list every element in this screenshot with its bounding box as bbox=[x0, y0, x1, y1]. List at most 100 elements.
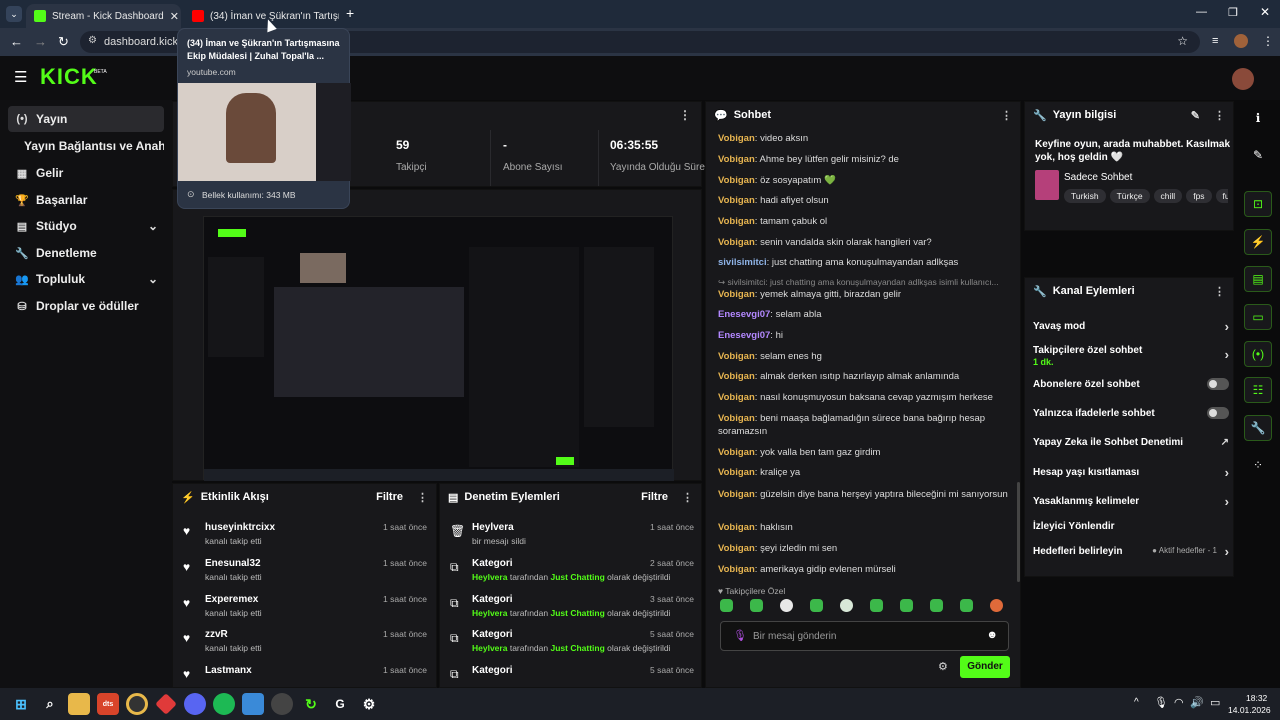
emote-icon[interactable] bbox=[840, 599, 853, 612]
emote-icon[interactable] bbox=[720, 599, 733, 612]
sidebar-item-gelir[interactable]: ▦ Gelir bbox=[8, 160, 164, 186]
emote-icon[interactable] bbox=[750, 599, 763, 612]
back-icon[interactable]: ← bbox=[10, 34, 23, 49]
action-followers-only[interactable]: Takipçilere özel sohbet 1 dk. › bbox=[1033, 345, 1229, 367]
chat-username[interactable]: Vobigan bbox=[718, 447, 755, 458]
moderation-action[interactable]: Kategori bbox=[472, 558, 513, 569]
emote-icon[interactable] bbox=[960, 599, 973, 612]
site-info-icon[interactable]: ⚙ bbox=[88, 35, 97, 46]
moderator-name[interactable]: Heylvera bbox=[472, 572, 507, 582]
emote-icon[interactable] bbox=[990, 599, 1003, 612]
photos-icon[interactable] bbox=[242, 693, 264, 715]
chat-username[interactable]: Vobigan bbox=[718, 175, 755, 186]
send-button[interactable]: Gönder bbox=[960, 656, 1010, 678]
channel-actions-menu-icon[interactable]: ⋮ bbox=[1214, 285, 1225, 298]
category-name[interactable]: Sadece Sohbet bbox=[1064, 172, 1132, 183]
category-thumbnail[interactable] bbox=[1035, 170, 1059, 200]
profile-avatar[interactable] bbox=[1234, 34, 1248, 48]
layout-icon[interactable]: ☷ bbox=[1244, 377, 1272, 403]
minimize-icon[interactable]: — bbox=[1196, 6, 1207, 18]
broadcast-icon[interactable]: (•) bbox=[1244, 341, 1272, 367]
moderator-name[interactable]: Heylvera bbox=[472, 643, 507, 653]
chat-username[interactable]: Vobigan bbox=[718, 195, 755, 206]
user-avatar[interactable] bbox=[1232, 68, 1254, 90]
new-tab-icon[interactable]: + bbox=[346, 5, 354, 21]
sidebar-item-topluluk[interactable]: 👥 Topluluk ⌄ bbox=[8, 266, 164, 292]
tab-list-chevron-icon[interactable]: ⌄ bbox=[6, 6, 22, 22]
activity-user[interactable]: zzvR bbox=[205, 629, 228, 640]
chat-scrollbar[interactable] bbox=[1017, 482, 1020, 582]
tag[interactable]: Türkçe bbox=[1109, 189, 1150, 203]
spotify-icon[interactable] bbox=[213, 693, 235, 715]
capture-icon[interactable]: ⊡ bbox=[1244, 191, 1272, 217]
tray-chevron-icon[interactable]: ^ bbox=[1134, 697, 1139, 708]
emote-icon[interactable] bbox=[900, 599, 913, 612]
taskbar-clock[interactable]: 18:32 bbox=[1246, 693, 1267, 703]
taskbar-date[interactable]: 14.01.2026 bbox=[1228, 705, 1271, 715]
tag[interactable]: Turkish bbox=[1064, 189, 1106, 203]
chat-username[interactable]: Vobigan bbox=[718, 371, 755, 382]
close-tab-icon[interactable]: ✕ bbox=[164, 10, 179, 23]
tag[interactable]: fu bbox=[1215, 189, 1228, 203]
mic-tray-icon[interactable]: 🎙 bbox=[1154, 696, 1168, 709]
info-icon[interactable]: ℹ bbox=[1244, 105, 1272, 131]
chat-username[interactable]: Vobigan bbox=[718, 522, 755, 533]
volume-icon[interactable]: 🔊 bbox=[1190, 696, 1204, 709]
chat-username[interactable]: Vobigan bbox=[718, 133, 755, 144]
sidebar-item-yayin[interactable]: (•) Yayın bbox=[8, 106, 164, 132]
chat-username[interactable]: Enesevgi07 bbox=[718, 330, 770, 341]
category-name[interactable]: Just Chatting bbox=[550, 608, 604, 618]
chat-username[interactable]: Vobigan bbox=[718, 237, 755, 248]
lightning-icon[interactable]: ⚡ bbox=[1244, 229, 1272, 255]
chat-username[interactable]: Vobigan bbox=[718, 216, 755, 227]
app-icon[interactable]: dts bbox=[97, 693, 119, 715]
tag[interactable]: fps bbox=[1186, 189, 1212, 203]
chat-username[interactable]: Vobigan bbox=[718, 392, 755, 403]
maximize-icon[interactable]: ❐ bbox=[1228, 6, 1238, 19]
stream-info-menu-icon[interactable]: ⋮ bbox=[1214, 109, 1225, 122]
discord-icon[interactable] bbox=[184, 693, 206, 715]
reload-icon[interactable]: ↻ bbox=[58, 34, 69, 50]
kick-logo[interactable]: KICK bbox=[40, 64, 98, 90]
moderation-filter-button[interactable]: Filtre bbox=[641, 491, 668, 503]
emoji-picker-icon[interactable]: ☻ bbox=[986, 629, 998, 641]
tag[interactable]: chill bbox=[1153, 189, 1183, 203]
action-banned-words[interactable]: Yasaklanmış kelimeler › bbox=[1033, 494, 1229, 509]
chat-username[interactable]: Vobigan bbox=[718, 564, 755, 575]
activity-menu-icon[interactable]: ⋮ bbox=[417, 491, 428, 504]
emote-icon[interactable] bbox=[930, 599, 943, 612]
moderation-action[interactable]: Kategori bbox=[472, 594, 513, 605]
category-name[interactable]: Just Chatting bbox=[550, 643, 604, 653]
activity-filter-button[interactable]: Filtre bbox=[376, 491, 403, 503]
chat-username[interactable]: Vobigan bbox=[718, 289, 755, 300]
app-green-icon[interactable]: ↻ bbox=[300, 693, 322, 715]
action-emote-only[interactable]: Yalnızca ifadelerle sohbet bbox=[1033, 407, 1229, 419]
tab-kick-dashboard[interactable]: Stream - Kick Dashboard ✕ bbox=[26, 4, 181, 28]
search-icon[interactable]: ⌕ bbox=[39, 693, 61, 715]
app-red-icon[interactable] bbox=[155, 693, 177, 715]
activity-user[interactable]: huseyinktrcixx bbox=[205, 522, 275, 533]
edit-pencil-icon[interactable]: ✎ bbox=[1191, 109, 1200, 122]
chat-username[interactable]: Vobigan bbox=[718, 351, 755, 362]
chat-username[interactable]: Vobigan bbox=[718, 489, 755, 500]
action-goals[interactable]: Hedefleri belirleyin ● Aktif hedefler - 1… bbox=[1033, 544, 1229, 559]
activity-user[interactable]: Lastmanx bbox=[205, 665, 252, 676]
document-icon[interactable]: ▤ bbox=[1244, 266, 1272, 292]
moderation-menu-icon[interactable]: ⋮ bbox=[682, 491, 693, 504]
activity-user[interactable]: Enesunal32 bbox=[205, 558, 261, 569]
app-g-icon[interactable]: G bbox=[329, 693, 351, 715]
moderation-action[interactable]: Heylvera bbox=[472, 522, 514, 533]
emote-icon[interactable] bbox=[810, 599, 823, 612]
sidebar-item-studyo[interactable]: ▤ Stüdyo ⌄ bbox=[8, 213, 164, 239]
media-icon[interactable]: ≡ bbox=[1212, 35, 1218, 47]
browser-menu-icon[interactable]: ⋮ bbox=[1262, 34, 1274, 48]
sidebar-item-denetleme[interactable]: 🔧 Denetleme bbox=[8, 240, 164, 266]
forward-icon[interactable]: → bbox=[34, 34, 47, 49]
category-name[interactable]: Just Chatting bbox=[550, 572, 604, 582]
chat-menu-icon[interactable]: ⋮ bbox=[1001, 109, 1012, 122]
sidebar-item-droplar[interactable]: ⛁ Droplar ve ödüller bbox=[8, 293, 164, 319]
bookmark-star-icon[interactable]: ☆ bbox=[1177, 34, 1188, 48]
chat-icon[interactable]: ▭ bbox=[1244, 304, 1272, 330]
action-account-age[interactable]: Hesap yaşı kısıtlaması › bbox=[1033, 465, 1229, 480]
action-slow-mode[interactable]: Yavaş mod › bbox=[1033, 319, 1229, 334]
